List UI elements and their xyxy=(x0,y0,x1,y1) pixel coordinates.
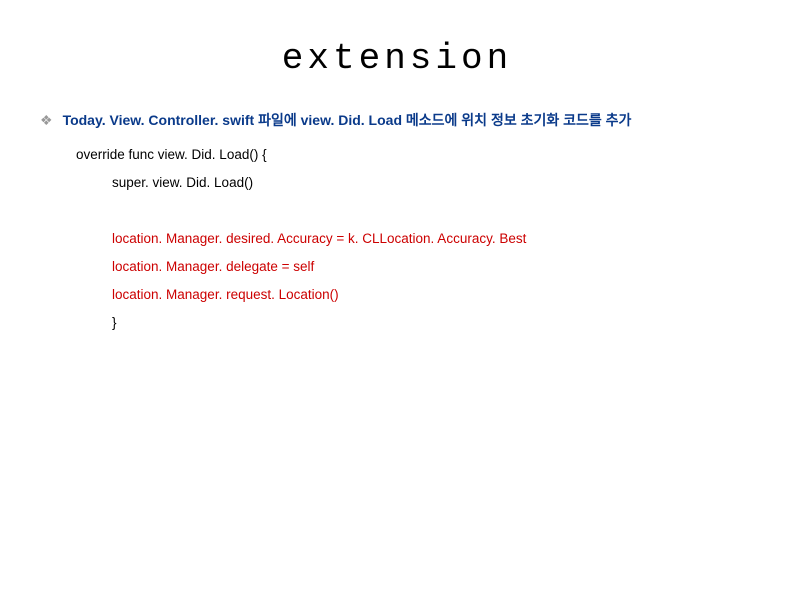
diamond-bullet-icon: ❖ xyxy=(40,109,53,131)
content-area: ❖ Today. View. Controller. swift 파일에 vie… xyxy=(0,99,794,337)
code-line-super: super. view. Did. Load() xyxy=(76,169,794,197)
code-line-override: override func view. Did. Load() { xyxy=(76,141,794,169)
code-block: override func view. Did. Load() { super.… xyxy=(76,141,794,337)
blank-line xyxy=(76,197,794,225)
bullet-row: ❖ Today. View. Controller. swift 파일에 vie… xyxy=(40,109,794,131)
code-line-close-brace: } xyxy=(76,309,794,337)
code-line-request: location. Manager. request. Location() xyxy=(76,281,794,309)
code-line-delegate: location. Manager. delegate = self xyxy=(76,253,794,281)
code-line-accuracy: location. Manager. desired. Accuracy = k… xyxy=(76,225,794,253)
bullet-heading-text: Today. View. Controller. swift 파일에 view.… xyxy=(63,109,632,131)
slide-title: extension xyxy=(0,0,794,99)
